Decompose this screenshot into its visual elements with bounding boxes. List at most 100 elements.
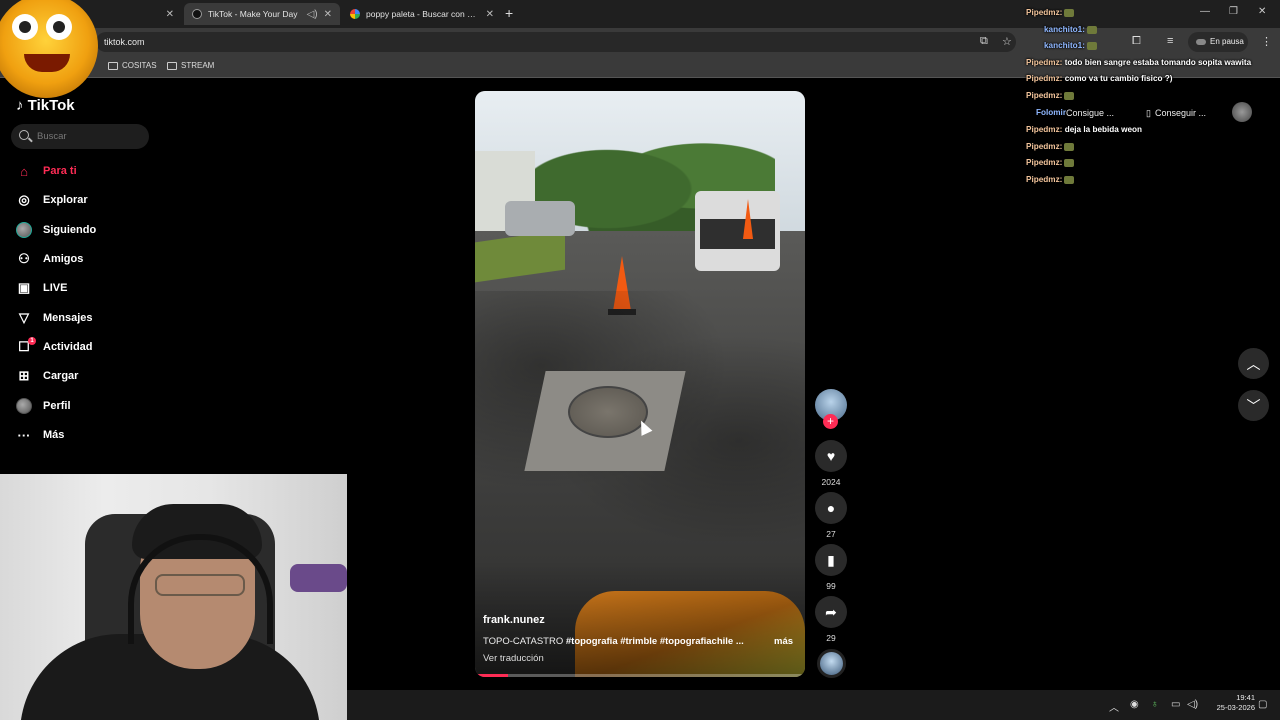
get-coins-button[interactable]: Consigue ... (1066, 104, 1114, 122)
media-pause-pill[interactable]: En pausa (1188, 32, 1248, 52)
chat-message: Pipedmz: (1026, 91, 1075, 100)
video-progress-bar[interactable] (475, 674, 805, 677)
tiktok-logo[interactable]: ♪ TikTok (16, 97, 75, 114)
sidebar-item-para-ti[interactable]: ⌂ Para ti (16, 161, 77, 181)
restore-icon[interactable]: ❐ (1229, 6, 1238, 17)
follow-plus-icon[interactable]: + (823, 414, 838, 429)
profile-dot-icon (1196, 39, 1206, 45)
webcam-overlay (0, 474, 347, 720)
comment-icon: ● (826, 500, 836, 516)
bookmark-folder-stream[interactable]: STREAM (167, 61, 214, 70)
sidebar-item-label: Cargar (43, 370, 79, 382)
folder-icon (167, 61, 177, 70)
sidebar-item-mensajes[interactable]: ▽ Mensajes (16, 308, 93, 328)
video-caption: TOPO-CATASTRO #topografia #trimble #topo… (483, 636, 748, 647)
close-tab-icon[interactable]: ✕ (486, 9, 494, 20)
address-bar[interactable]: tiktok.com (96, 32, 1016, 52)
sidebar-item-actividad[interactable]: ☐ 1 Actividad (16, 337, 93, 357)
extensions-icon[interactable]: ⧠ (1132, 35, 1141, 48)
tab-title: TikTok - Make Your Day (208, 9, 298, 19)
chat-message: Pipedmz: deja la bebida weon (1026, 125, 1143, 134)
search-icon (19, 130, 29, 140)
tray-chevron-icon[interactable]: ︿ (1109, 699, 1119, 714)
install-app-icon[interactable]: ⧉ (980, 35, 988, 48)
save-button[interactable]: ▮ (815, 544, 847, 576)
sidebar-item-live[interactable]: ▣ LIVE (16, 278, 68, 298)
get-app-button[interactable]: ▯ Conseguir ... (1146, 104, 1206, 122)
sidebar-item-cargar[interactable]: ⊞ Cargar (16, 366, 79, 386)
more-icon: ··· (17, 427, 31, 443)
video-truck-bed (700, 219, 775, 249)
bookmark-folder-cositas[interactable]: COSITAS (108, 61, 157, 70)
emote-icon (1064, 91, 1075, 100)
close-window-icon[interactable]: ✕ (1258, 6, 1266, 17)
minimize-icon[interactable]: — (1200, 6, 1210, 17)
new-tab-icon[interactable]: + (505, 5, 513, 21)
speaker-icon[interactable]: ◁) (307, 9, 318, 20)
sidebar-item-amigos[interactable]: ⚇ Amigos (16, 249, 83, 269)
microphone-icon[interactable]: ♁ (1151, 699, 1159, 710)
chevron-up-icon: ︿ (1246, 355, 1261, 372)
media-control-icon[interactable]: ≡ (1167, 35, 1173, 47)
emote-icon (1086, 25, 1097, 34)
video-cone-far (743, 199, 753, 239)
tab-1[interactable]: ✕ (100, 3, 182, 25)
sidebar-item-siguiendo[interactable]: Siguiendo (16, 220, 96, 240)
chat-message: kanchito1: (1026, 25, 1097, 34)
sidebar-item-mas[interactable]: ··· Más (16, 425, 65, 445)
sidebar-item-explorar[interactable]: ◎ Explorar (16, 190, 87, 210)
chat-message: Pipedmz: (1026, 158, 1075, 167)
browser-menu-icon[interactable]: ⋮ (1261, 35, 1272, 48)
video-player[interactable]: frank.nunez TOPO-CATASTRO #topografia #t… (475, 91, 805, 677)
phone-icon: ▯ (1146, 107, 1151, 118)
tiktok-favicon-icon (192, 9, 202, 19)
next-video-button[interactable]: ﹀ (1238, 390, 1269, 421)
notifications-icon[interactable]: ▢ (1258, 699, 1267, 710)
profile-icon (16, 398, 32, 414)
sidebar-item-label: Perfil (43, 400, 71, 412)
avatar-icon (16, 222, 32, 238)
search-input[interactable]: Buscar (11, 124, 149, 149)
discord-icon[interactable]: ◉ (1130, 699, 1139, 710)
sidebar-item-label: Más (43, 429, 65, 441)
messages-icon: ▽ (19, 310, 29, 325)
chat-message: Pipedmz: (1026, 142, 1075, 151)
music-disc-icon[interactable] (817, 649, 846, 678)
caption-more-link[interactable]: más (774, 636, 793, 647)
activity-badge: 1 (28, 337, 36, 345)
volume-icon[interactable]: ◁) (1187, 699, 1198, 710)
video-manhole-lid (568, 386, 648, 438)
account-avatar[interactable] (1232, 102, 1252, 122)
clock-date: 25-03-2026 (1216, 703, 1255, 712)
caption-prefix: TOPO-CATASTRO (483, 636, 564, 647)
google-favicon-icon (350, 9, 360, 19)
bookmark-star-icon[interactable]: ☆ (1002, 35, 1012, 48)
comment-button[interactable]: ● (815, 492, 847, 524)
close-tab-icon[interactable]: ✕ (324, 9, 332, 20)
sidebar-item-label: Actividad (43, 341, 93, 353)
system-clock[interactable]: 19:41 25-03-2026 (1203, 693, 1255, 713)
translate-link[interactable]: Ver traducción (483, 653, 544, 664)
emote-icon (1064, 158, 1075, 167)
chevron-down-icon: ﹀ (1246, 397, 1261, 414)
tab-title: poppy paleta - Buscar con Goo (366, 9, 480, 19)
chat-message: Pipedmz: (1026, 8, 1075, 17)
like-button[interactable]: ♥ (815, 440, 847, 472)
close-tab-icon[interactable]: ✕ (166, 9, 174, 20)
emote-icon (1064, 142, 1075, 151)
emote-icon (1064, 8, 1075, 17)
live-icon: ▣ (17, 280, 31, 295)
stream-emote-overlay (0, 0, 98, 98)
caption-hashtags[interactable]: #topografia #trimble #topografiachile ..… (566, 636, 744, 647)
tab-google[interactable]: poppy paleta - Buscar con Goo ✕ (342, 3, 502, 25)
taskbar (347, 690, 1280, 720)
share-button[interactable]: ➦ (815, 596, 847, 628)
sidebar-item-label: Mensajes (43, 312, 93, 324)
tab-tiktok[interactable]: TikTok - Make Your Day ◁) ✕ (184, 3, 340, 25)
share-arrow-icon: ➦ (825, 603, 837, 620)
sidebar-item-perfil[interactable]: Perfil (16, 396, 71, 416)
previous-video-button[interactable]: ︿ (1238, 348, 1269, 379)
heart-icon: ♥ (826, 448, 836, 464)
network-icon[interactable]: ▭ (1171, 699, 1180, 710)
video-author[interactable]: frank.nunez (483, 614, 545, 626)
